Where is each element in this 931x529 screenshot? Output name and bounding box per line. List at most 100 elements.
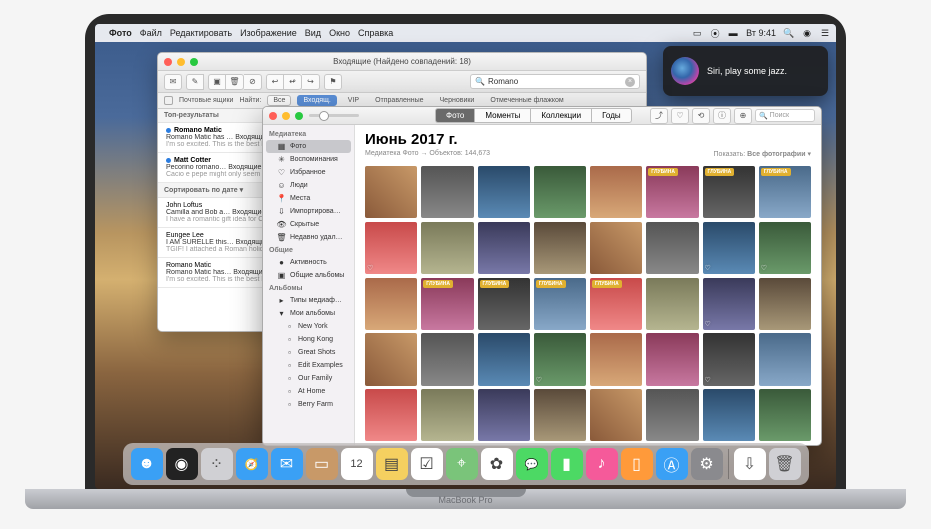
- photo-thumbnail[interactable]: [421, 222, 473, 274]
- favorite-button[interactable]: ♡: [671, 108, 689, 124]
- dock-safari-icon[interactable]: 🧭: [236, 448, 268, 480]
- tab-collections[interactable]: Коллекции: [530, 108, 591, 123]
- photo-thumbnail[interactable]: [478, 333, 530, 385]
- sidebar-item[interactable]: 👁Скрытые: [263, 218, 354, 231]
- dock-notes-icon[interactable]: ▤: [376, 448, 408, 480]
- photos-titlebar[interactable]: Фото Моменты Коллекции Годы ⤴ ♡ ⟲ ⓘ ⊕ 🔍 …: [263, 107, 821, 125]
- dock-launchpad-icon[interactable]: ⁘: [201, 448, 233, 480]
- tab-photos[interactable]: Фото: [435, 108, 474, 123]
- mail-search-input[interactable]: 🔍 Romano ×: [470, 74, 640, 89]
- photo-thumbnail[interactable]: [534, 166, 586, 218]
- battery-icon[interactable]: ▬: [728, 28, 738, 38]
- menu-file[interactable]: Файл: [140, 28, 162, 38]
- photo-thumbnail[interactable]: ♡: [703, 333, 755, 385]
- photo-thumbnail[interactable]: [646, 389, 698, 441]
- sidebar-item[interactable]: ☺Люди: [263, 179, 354, 192]
- sidebar-item[interactable]: ▾Мои альбомы: [263, 307, 354, 320]
- filter-drafts[interactable]: Черновики: [435, 96, 480, 105]
- photo-thumbnail[interactable]: ГЛУБИНА: [590, 278, 642, 330]
- photo-thumbnail[interactable]: ГЛУБИНА: [478, 278, 530, 330]
- clock[interactable]: Вт 9:41: [746, 28, 776, 38]
- photo-thumbnail[interactable]: [646, 278, 698, 330]
- compose-button[interactable]: ✎: [186, 74, 204, 90]
- info-button[interactable]: ⓘ: [713, 108, 731, 124]
- photo-thumbnail[interactable]: [759, 333, 811, 385]
- delete-button[interactable]: 🗑: [226, 74, 244, 90]
- add-button[interactable]: ⊕: [734, 108, 752, 124]
- close-icon[interactable]: [164, 58, 172, 66]
- photo-thumbnail[interactable]: [759, 389, 811, 441]
- share-button[interactable]: ⤴: [650, 108, 668, 124]
- dock-appstore-icon[interactable]: Ⓐ: [656, 448, 688, 480]
- filter-flagged[interactable]: Отмеченные флажком: [485, 96, 568, 105]
- app-menu[interactable]: Фото: [109, 28, 132, 38]
- sidebar-album-item[interactable]: ▫Great Shots: [263, 346, 354, 359]
- mailboxes-label[interactable]: Почтовые ящики: [179, 97, 233, 104]
- photo-thumbnail[interactable]: [365, 333, 417, 385]
- photo-thumbnail[interactable]: [365, 166, 417, 218]
- flag-button[interactable]: ⚑: [324, 74, 342, 90]
- dock-downloads-icon[interactable]: ⇩: [734, 448, 766, 480]
- photo-thumbnail[interactable]: [365, 278, 417, 330]
- photo-thumbnail[interactable]: ♡: [534, 333, 586, 385]
- filter-inbox[interactable]: Входящ.: [297, 95, 336, 106]
- photo-thumbnail[interactable]: [421, 389, 473, 441]
- archive-button[interactable]: ▣: [208, 74, 226, 90]
- filter-sent[interactable]: Отправленные: [370, 96, 428, 105]
- photo-thumbnail[interactable]: ♡: [703, 222, 755, 274]
- sidebar-album-item[interactable]: ▫Berry Farm: [263, 398, 354, 411]
- tab-years[interactable]: Годы: [591, 108, 632, 123]
- sidebar-album-item[interactable]: ▫Edit Examples: [263, 359, 354, 372]
- sidebar-item[interactable]: ✳Воспоминания: [263, 153, 354, 166]
- photo-thumbnail[interactable]: [534, 389, 586, 441]
- minimize-icon[interactable]: [177, 58, 185, 66]
- photo-thumbnail[interactable]: [590, 389, 642, 441]
- wifi-icon[interactable]: ⦿: [710, 28, 720, 38]
- photo-thumbnail[interactable]: [365, 389, 417, 441]
- siri-panel[interactable]: Siri, play some jazz.: [663, 46, 828, 96]
- menu-view[interactable]: Вид: [305, 28, 321, 38]
- dock-facetime-icon[interactable]: ▮: [551, 448, 583, 480]
- rotate-button[interactable]: ⟲: [692, 108, 710, 124]
- photo-grid[interactable]: ГЛУБИНАГЛУБИНАГЛУБИНА♡♡♡ГЛУБИНАГЛУБИНАГЛ…: [355, 162, 821, 445]
- sidebar-item[interactable]: ♡Избранное: [263, 166, 354, 179]
- airplay-icon[interactable]: ▭: [692, 28, 702, 38]
- siri-menubar-icon[interactable]: ◉: [802, 28, 812, 38]
- sidebar-item[interactable]: ▣Общие альбомы: [263, 269, 354, 282]
- get-mail-button[interactable]: ✉: [164, 74, 182, 90]
- photos-search-input[interactable]: 🔍 Поиск: [755, 109, 815, 122]
- reply-button[interactable]: ↩: [266, 74, 284, 90]
- sidebar-album-item[interactable]: ▫Our Family: [263, 372, 354, 385]
- menu-image[interactable]: Изображение: [240, 28, 297, 38]
- dock-calendar-icon[interactable]: 12: [341, 448, 373, 480]
- photo-thumbnail[interactable]: [421, 166, 473, 218]
- dock-finder-icon[interactable]: ☻: [131, 448, 163, 480]
- sidebar-item[interactable]: ▸Типы медиаф…: [263, 294, 354, 307]
- photo-thumbnail[interactable]: [534, 222, 586, 274]
- photo-thumbnail[interactable]: [646, 333, 698, 385]
- sidebar-item[interactable]: ●Активность: [263, 256, 354, 269]
- photo-thumbnail[interactable]: [646, 222, 698, 274]
- zoom-slider[interactable]: [309, 114, 359, 117]
- sidebar-item[interactable]: ⇩Импортирова…: [263, 205, 354, 218]
- mailbox-toggle-checkbox[interactable]: [164, 96, 173, 105]
- minimize-icon[interactable]: [282, 112, 290, 120]
- photo-thumbnail[interactable]: ♡: [759, 222, 811, 274]
- photo-thumbnail[interactable]: ГЛУБИНА: [703, 166, 755, 218]
- sidebar-item[interactable]: ▦Фото: [266, 140, 351, 153]
- filter-all[interactable]: Все: [267, 95, 291, 106]
- photo-thumbnail[interactable]: [478, 389, 530, 441]
- reply-all-button[interactable]: ↫: [284, 74, 302, 90]
- dock-siri-icon[interactable]: ◉: [166, 448, 198, 480]
- photo-thumbnail[interactable]: [478, 166, 530, 218]
- spotlight-icon[interactable]: 🔍: [784, 28, 794, 38]
- menu-help[interactable]: Справка: [358, 28, 393, 38]
- photo-thumbnail[interactable]: [590, 333, 642, 385]
- mail-titlebar[interactable]: Входящие (Найдено совпадений: 18): [158, 53, 646, 71]
- sidebar-album-item[interactable]: ▫At Home: [263, 385, 354, 398]
- photo-thumbnail[interactable]: [590, 166, 642, 218]
- sidebar-item[interactable]: 📍Места: [263, 192, 354, 205]
- dock-mail-icon[interactable]: ✉: [271, 448, 303, 480]
- photo-thumbnail[interactable]: ГЛУБИНА: [421, 278, 473, 330]
- show-filter[interactable]: Показать: Все фотографии ▾: [714, 150, 811, 158]
